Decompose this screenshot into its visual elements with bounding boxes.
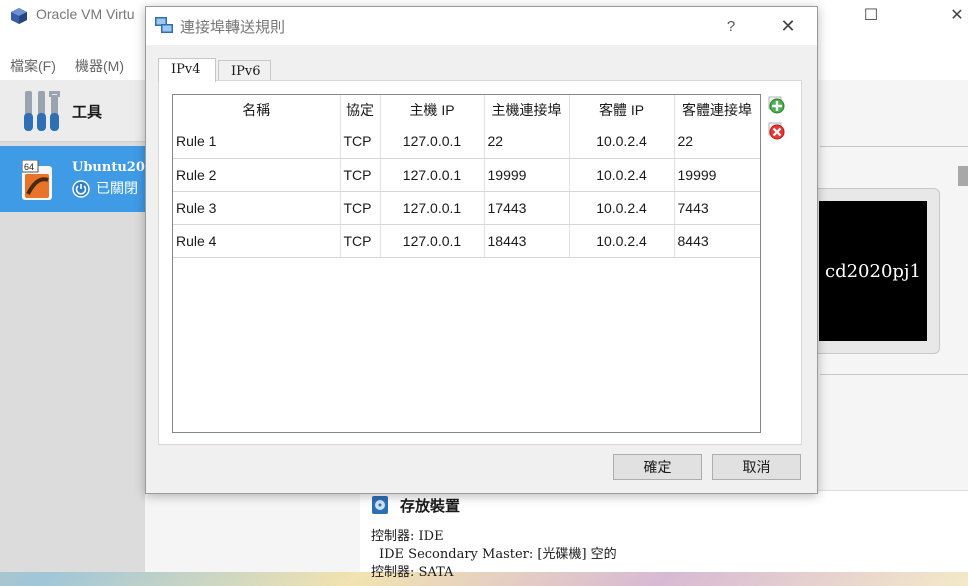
rule-guest-port[interactable]: 8443 — [674, 224, 760, 258]
rule-name[interactable]: Rule 2 — [173, 158, 341, 192]
rule-guest-port[interactable]: 7443 — [674, 191, 760, 225]
menu-file[interactable]: 檔案(F) — [10, 56, 56, 76]
storage-icon — [372, 496, 388, 514]
dialog-title: 連接埠轉送規則 — [180, 19, 286, 36]
ok-button[interactable]: 確定 — [613, 454, 702, 480]
table-row[interactable]: Rule 3 TCP 127.0.0.1 17443 10.0.2.4 7443 — [173, 191, 760, 225]
rule-protocol[interactable]: TCP — [340, 224, 381, 258]
rule-host-port[interactable]: 19999 — [484, 158, 570, 192]
divider — [820, 146, 968, 147]
rule-host-ip[interactable]: 127.0.0.1 — [380, 224, 485, 258]
rule-host-port[interactable]: 22 — [484, 125, 570, 159]
column-header[interactable]: 協定 — [340, 95, 381, 125]
rule-name[interactable]: Rule 1 — [173, 125, 341, 159]
column-header[interactable]: 主機 IP — [380, 95, 485, 125]
storage-line: IDE Secondary Master: [光碟機] 空的 — [379, 547, 617, 562]
column-header[interactable]: 名稱 — [173, 95, 341, 125]
sidebar-item-tools[interactable]: 工具 — [0, 80, 145, 142]
preview-screen: cd2020pj1 — [819, 201, 927, 341]
add-rule-icon[interactable] — [765, 95, 787, 115]
tab-ipv4[interactable]: IPv4 — [158, 58, 216, 82]
storage-line: 控制器: IDE — [371, 529, 444, 544]
os-badge: 64 — [24, 162, 34, 172]
rule-host-port[interactable]: 18443 — [484, 224, 570, 258]
table-row[interactable]: Rule 2 TCP 127.0.0.1 19999 10.0.2.4 1999… — [173, 158, 760, 192]
rule-protocol[interactable]: TCP — [340, 125, 381, 159]
storage-title: 存放裝置 — [400, 498, 461, 515]
vm-sidebar: 工具 64 Ubuntu20.0 已關閉 — [0, 80, 158, 572]
column-header[interactable]: 客體連接埠 — [674, 95, 760, 125]
help-button[interactable]: ? — [716, 7, 746, 45]
remove-rule-icon[interactable] — [765, 121, 787, 141]
ubuntu-vm-icon: 64 — [22, 160, 52, 200]
rule-name[interactable]: Rule 3 — [173, 191, 341, 225]
power-off-icon — [72, 180, 90, 198]
table-row[interactable]: Rule 4 TCP 127.0.0.1 18443 10.0.2.4 8443 — [173, 224, 760, 258]
rule-name[interactable]: Rule 4 — [173, 224, 341, 258]
port-forwarding-dialog: 連接埠轉送規則 ? ✕ IPv4 IPv6 名稱 協定 主機 IP 主機連接埠 … — [145, 6, 818, 494]
table-row[interactable]: Rule 1 TCP 127.0.0.1 22 10.0.2.4 22 — [173, 125, 760, 159]
rule-guest-ip[interactable]: 10.0.2.4 — [569, 191, 675, 225]
divider — [820, 374, 968, 375]
preview-text: cd2020pj1 — [825, 261, 921, 282]
rule-host-ip[interactable]: 127.0.0.1 — [380, 125, 485, 159]
rule-host-port[interactable]: 17443 — [484, 191, 570, 225]
virtualbox-logo-icon — [11, 8, 27, 24]
vm-preview: cd2020pj1 — [810, 188, 940, 354]
sidebar-item-vm[interactable]: 64 Ubuntu20.0 已關閉 — [0, 146, 158, 212]
rule-guest-port[interactable]: 19999 — [674, 158, 760, 192]
rule-protocol[interactable]: TCP — [340, 191, 381, 225]
main-close-button[interactable]: ✕ — [934, 0, 968, 30]
storage-section: 存放裝置 控制器: IDE IDE Secondary Master: [光碟機… — [360, 490, 968, 580]
tab-ipv6[interactable]: IPv6 — [218, 60, 271, 81]
column-header[interactable]: 客體 IP — [569, 95, 675, 125]
menu-machine[interactable]: 機器(M) — [75, 56, 124, 76]
rules-table: 名稱 協定 主機 IP 主機連接埠 客體 IP 客體連接埠 Rule 1 TCP… — [172, 94, 761, 433]
tab-panel: 名稱 協定 主機 IP 主機連接埠 客體 IP 客體連接埠 Rule 1 TCP… — [158, 80, 802, 445]
storage-line: 控制器: SATA — [371, 565, 454, 580]
rule-protocol[interactable]: TCP — [340, 158, 381, 192]
rule-guest-ip[interactable]: 10.0.2.4 — [569, 158, 675, 192]
rule-guest-ip[interactable]: 10.0.2.4 — [569, 224, 675, 258]
rule-host-ip[interactable]: 127.0.0.1 — [380, 191, 485, 225]
rule-guest-ip[interactable]: 10.0.2.4 — [569, 125, 675, 159]
column-header[interactable]: 主機連接埠 — [484, 95, 570, 125]
vm-state: 已關閉 — [96, 180, 138, 196]
table-header: 名稱 協定 主機 IP 主機連接埠 客體 IP 客體連接埠 — [173, 95, 760, 125]
main-window-title: Oracle VM Virtu — [36, 6, 135, 22]
tools-label: 工具 — [72, 104, 103, 121]
tools-icon — [24, 91, 60, 131]
port-forward-icon — [155, 17, 173, 33]
rule-guest-port[interactable]: 22 — [674, 125, 760, 159]
rule-host-ip[interactable]: 127.0.0.1 — [380, 158, 485, 192]
scrollbar[interactable] — [958, 166, 968, 186]
dialog-titlebar: 連接埠轉送規則 ? ✕ — [146, 7, 817, 45]
cancel-button[interactable]: 取消 — [712, 454, 801, 480]
dialog-close-button[interactable]: ✕ — [766, 7, 810, 45]
maximize-button[interactable]: ☐ — [848, 0, 894, 30]
